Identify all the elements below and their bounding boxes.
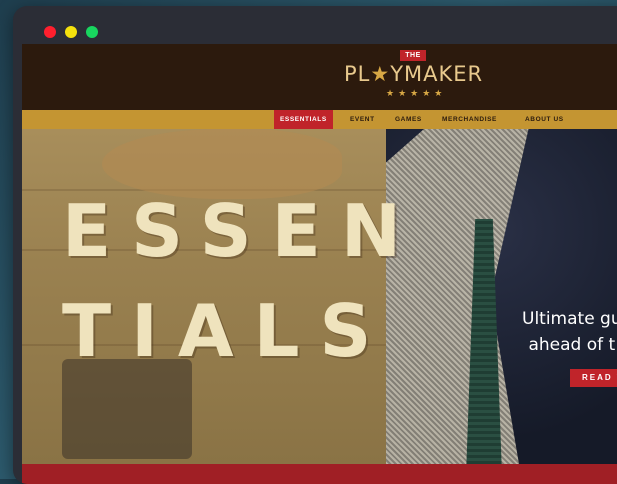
main-nav: ESSENTIALS EVENT GAMES MERCHANDISE ABOUT… bbox=[22, 110, 617, 129]
star-icon: ★ bbox=[370, 62, 391, 86]
nav-item-essentials[interactable]: ESSENTIALS bbox=[274, 110, 333, 129]
brand-text-right: YMAKER bbox=[390, 62, 484, 86]
camera-image bbox=[62, 359, 192, 459]
close-window-button[interactable] bbox=[44, 26, 56, 38]
hero-tagline: Ultimate gu ahead of t bbox=[522, 306, 617, 358]
bottom-bar bbox=[22, 464, 617, 484]
maximize-window-button[interactable] bbox=[86, 26, 98, 38]
nav-item-about-us[interactable]: ABOUT US bbox=[525, 110, 564, 129]
browser-window: THE PL★YMAKER ★★★★★ ESSENTIALS EVENT GAM… bbox=[13, 6, 617, 484]
read-more-button[interactable]: READ T bbox=[570, 369, 617, 387]
nav-item-games[interactable]: GAMES bbox=[395, 110, 422, 129]
brand-text-left: PL bbox=[344, 62, 371, 86]
nav-item-event[interactable]: EVENT bbox=[350, 110, 375, 129]
hero-tagline-line1: Ultimate gu bbox=[522, 309, 617, 329]
window-controls bbox=[44, 26, 98, 38]
hero-tagline-line2: ahead of t bbox=[528, 335, 616, 355]
site-header: THE PL★YMAKER ★★★★★ bbox=[22, 44, 617, 110]
brand-logo[interactable]: PL★YMAKER bbox=[344, 62, 483, 86]
hero-headline-line1: ESSEN bbox=[62, 189, 422, 273]
hero-banner: ESSEN TIALS Ultimate gu ahead of t READ … bbox=[22, 129, 617, 464]
minimize-window-button[interactable] bbox=[65, 26, 77, 38]
rating-stars-icon: ★★★★★ bbox=[386, 88, 447, 98]
nav-item-merchandise[interactable]: MERCHANDISE bbox=[442, 110, 497, 129]
web-page: THE PL★YMAKER ★★★★★ ESSENTIALS EVENT GAM… bbox=[22, 44, 617, 484]
hero-headline-line2: TIALS bbox=[62, 289, 392, 373]
brand-badge: THE bbox=[400, 50, 426, 61]
